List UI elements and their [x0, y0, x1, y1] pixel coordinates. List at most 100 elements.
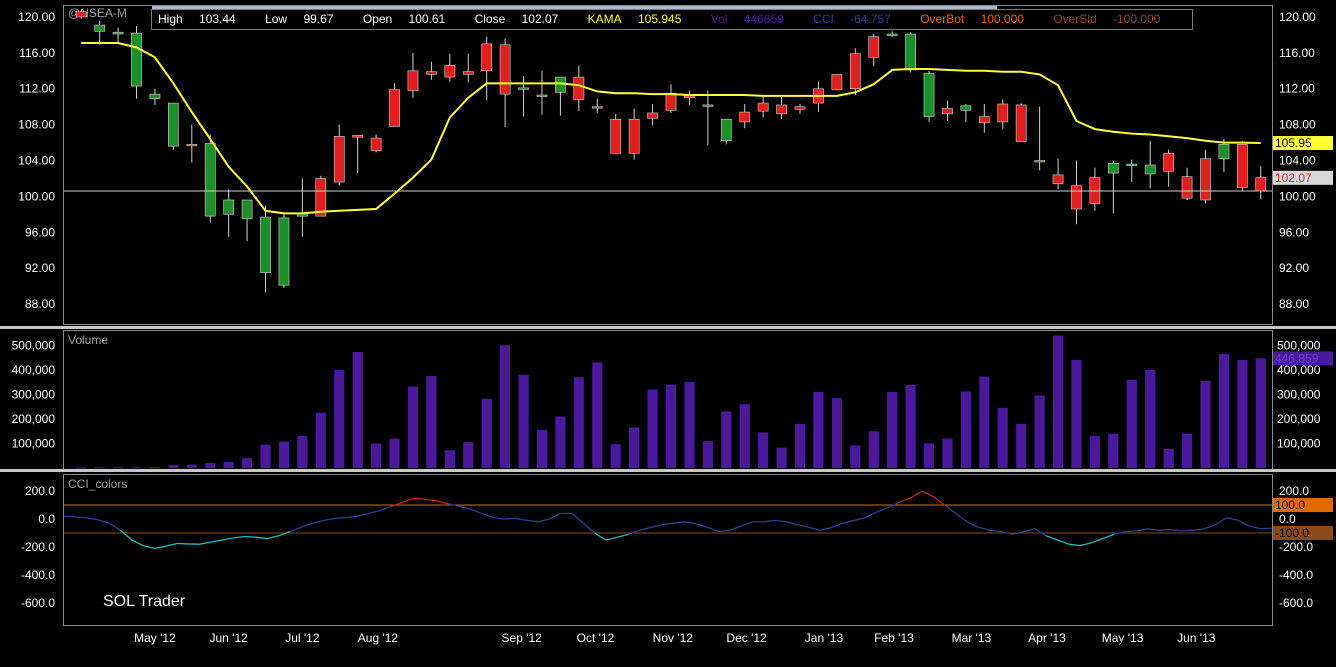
- candle-51: [1016, 103, 1026, 142]
- volume-bar-11: [279, 441, 289, 468]
- data-window-scrollbar[interactable]: [152, 6, 997, 9]
- cci-segment-51: [640, 527, 651, 530]
- cci-segment-100: [1193, 529, 1204, 530]
- cci-segment-30: [403, 498, 414, 502]
- cci-segment-99: [1182, 530, 1193, 531]
- candle-body-23: [500, 45, 510, 94]
- oversld-last-badge: -100.0: [1273, 526, 1333, 540]
- cci-panel-title: CCI_colors: [68, 477, 127, 491]
- vol-readout: Vol 446859: [711, 12, 797, 26]
- candle-32: [666, 84, 676, 113]
- candle-29: [611, 114, 621, 153]
- candle-17: [389, 83, 399, 126]
- candle-body-63: [1237, 144, 1247, 187]
- candle-56: [1108, 161, 1118, 214]
- cci-segment-80: [967, 522, 978, 528]
- cci-segment-5: [120, 530, 131, 540]
- candle-1: [95, 21, 105, 45]
- cci-segment-66: [809, 527, 820, 530]
- candle-body-31: [648, 113, 658, 118]
- volume-bar-50: [998, 408, 1008, 468]
- candle-48: [961, 104, 971, 122]
- candle-body-58: [1145, 165, 1155, 174]
- candle-body-0: [76, 12, 86, 17]
- cci-segment-87: [1046, 536, 1057, 540]
- candle-body-50: [998, 104, 1008, 122]
- cci-segment-82: [990, 530, 1001, 531]
- cci-segment-103: [1227, 518, 1238, 521]
- volume-bar-39: [795, 424, 805, 468]
- cci-segment-98: [1170, 530, 1181, 531]
- cci-segment-31: [414, 498, 425, 499]
- overbot-last-badge: 100.0: [1273, 498, 1333, 512]
- price-tick-label-left-1: 116.00: [19, 46, 55, 60]
- cci-segment-101: [1204, 525, 1215, 529]
- candle-body-16: [371, 138, 381, 151]
- candle-body-32: [666, 93, 676, 110]
- cci-segment-86: [1035, 529, 1046, 536]
- cci-segment-48: [606, 537, 617, 540]
- candle-28: [592, 99, 602, 113]
- cci-segment-67: [820, 527, 831, 530]
- cci-segment-46: [583, 523, 594, 533]
- volume-bar-63: [1237, 360, 1247, 468]
- cci-segment-17: [256, 537, 267, 538]
- candle-body-8: [224, 200, 234, 214]
- price-tick-label-right-7: 92.00: [1279, 261, 1309, 275]
- candle-38: [777, 95, 787, 119]
- cci-segment-49: [617, 534, 628, 537]
- volume-last-badge: 446,859: [1273, 351, 1333, 365]
- volume-bar-34: [703, 441, 713, 468]
- candle-64: [1256, 166, 1266, 199]
- candle-16: [371, 134, 381, 152]
- candle-52: [1035, 107, 1045, 171]
- candle-58: [1145, 141, 1155, 189]
- price-tick-label-right-5: 100.00: [1279, 189, 1316, 203]
- low-readout: Low 99.67: [265, 12, 346, 26]
- close-last-badge-label: 102.07: [1275, 171, 1312, 185]
- cci-segment-90: [1080, 543, 1091, 546]
- candle-24: [518, 76, 528, 116]
- volume-bar-58: [1145, 370, 1155, 468]
- cci-tick-label-left-1: 0.0: [38, 512, 55, 526]
- cci-segment-47: [595, 533, 606, 540]
- candle-body-3: [131, 33, 141, 86]
- candle-27: [574, 65, 584, 111]
- volume-bar-36: [740, 404, 750, 468]
- kama-last-badge-label: 105.95: [1275, 136, 1312, 150]
- time-label-11: Apr '13: [1028, 631, 1066, 645]
- volume-bar-62: [1219, 354, 1229, 468]
- volume-bar-24: [518, 375, 528, 468]
- price-tick-label-right-1: 116.00: [1279, 46, 1315, 60]
- cci-segment-91: [1091, 539, 1102, 543]
- volume-bar-55: [1090, 436, 1100, 468]
- cci-segment-12: [199, 542, 210, 544]
- cci-series: [64, 491, 1272, 548]
- candle-body-25: [537, 95, 547, 97]
- panel-separator-2: [0, 469, 1336, 472]
- candle-22: [482, 37, 492, 101]
- volume-bar-8: [224, 462, 234, 468]
- cci-segment-75: [911, 491, 922, 498]
- price-panel-frame: [64, 6, 1273, 325]
- volume-bar-57: [1127, 380, 1137, 468]
- candle-body-52: [1035, 161, 1045, 163]
- candle-body-36: [740, 112, 750, 122]
- cci-panel-frame: [64, 475, 1273, 626]
- cci-segment-85: [1024, 529, 1035, 532]
- candle-62: [1219, 139, 1229, 172]
- time-label-2: Jul '12: [285, 631, 320, 645]
- candle-body-60: [1182, 177, 1192, 199]
- volume-bar-19: [426, 376, 436, 468]
- cci-segment-43: [549, 513, 560, 519]
- cci-segment-97: [1159, 530, 1170, 531]
- cci-segment-28: [380, 506, 391, 510]
- volume-bar-3: [131, 467, 141, 468]
- cci-segment-20: [290, 527, 301, 531]
- volume-bar-28: [592, 362, 602, 468]
- cci-segment-27: [369, 511, 380, 514]
- candle-body-48: [961, 106, 971, 110]
- candle-8: [224, 189, 234, 237]
- close-last-badge: 102.07: [1273, 171, 1333, 185]
- candle-body-53: [1053, 175, 1063, 184]
